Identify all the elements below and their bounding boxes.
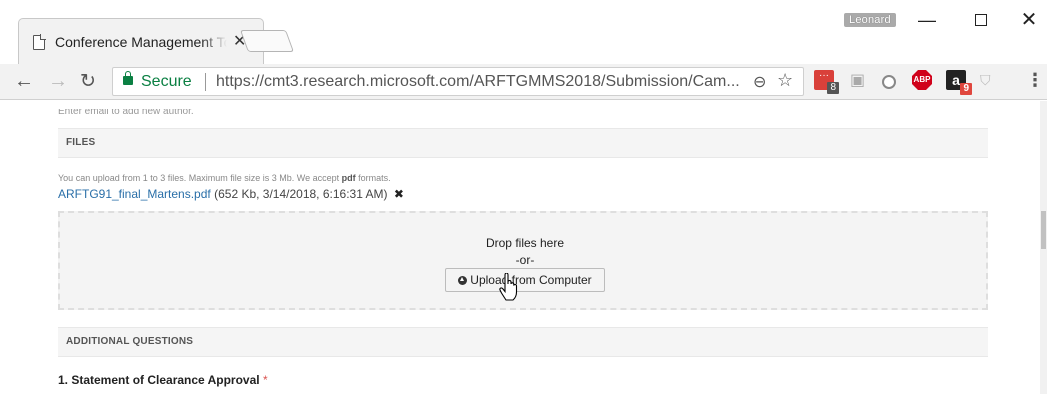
browser-menu-icon[interactable]: ⋮ <box>1026 70 1044 90</box>
maximize-icon <box>975 13 987 26</box>
upload-button-label: Upload from Computer <box>470 273 592 287</box>
back-arrow-icon[interactable]: ← <box>14 70 34 93</box>
window-titlebar: Conference Management Toolkit ✕ Leonard … <box>0 0 1047 64</box>
author-hint-cutoff: Enter email to add new author. <box>58 109 194 115</box>
additional-questions-heading: ADDITIONAL QUESTIONS <box>58 327 988 357</box>
pocket-extension-icon[interactable]: ⛉ <box>980 72 1000 92</box>
amazon-extension-icon[interactable]: a9 <box>946 70 972 95</box>
uploaded-file-row: ARFTG91_final_Martens.pdf (652 Kb, 3/14/… <box>58 187 404 201</box>
browser-tab[interactable]: Conference Management Toolkit ✕ <box>18 18 264 64</box>
page-icon <box>33 35 45 50</box>
files-hint-format: pdf <box>341 173 356 183</box>
files-hint-suffix: formats. <box>358 173 391 183</box>
address-divider <box>205 73 206 91</box>
address-bar[interactable]: Secure https://cmt3.research.microsoft.c… <box>112 67 804 96</box>
camera-extension-icon[interactable]: ▣ <box>850 70 870 90</box>
bookmark-star-icon[interactable]: ☆ <box>777 70 793 91</box>
file-dropzone[interactable]: Drop files here -or- Upload from Compute… <box>58 211 988 310</box>
amazon-badge: 9 <box>960 83 972 95</box>
lock-icon[interactable] <box>123 71 133 85</box>
question-1-label: 1. Statement of Clearance Approval <box>58 373 260 387</box>
forward-arrow-icon[interactable]: → <box>48 70 68 93</box>
drop-files-text: Drop files here <box>485 236 565 250</box>
question-clearance-approval: 1. Statement of Clearance Approval * <box>58 373 268 387</box>
uploaded-file-link[interactable]: ARFTG91_final_Martens.pdf <box>58 187 211 201</box>
secure-label[interactable]: Secure <box>141 73 192 91</box>
minimize-button[interactable]: — <box>912 6 942 34</box>
todoist-badge: 8 <box>827 82 839 94</box>
or-separator: -or- <box>515 253 535 267</box>
scrollbar-thumb[interactable] <box>1041 211 1046 249</box>
required-mark: * <box>262 373 268 387</box>
circle-extension-icon[interactable] <box>882 75 896 89</box>
url-text[interactable]: https://cmt3.research.microsoft.com/ARFT… <box>216 73 746 91</box>
maximize-button[interactable] <box>966 6 996 34</box>
adblock-extension-icon[interactable]: ABP <box>912 70 932 90</box>
files-hint-prefix: You can upload from 1 to 3 files. Maximu… <box>58 173 340 183</box>
zoom-icon[interactable]: ⊖ <box>753 72 766 92</box>
hand-cursor-icon <box>499 273 518 301</box>
reload-icon[interactable]: ↻ <box>80 70 96 93</box>
page-content: Enter email to add new author. FILES You… <box>0 101 1047 394</box>
files-section-heading: FILES <box>58 128 988 158</box>
amazon-label: a <box>952 72 960 88</box>
todoist-extension-icon[interactable]: ··· 8 <box>814 70 839 94</box>
close-window-button[interactable]: ✕ <box>1014 6 1044 34</box>
new-tab-button[interactable] <box>239 30 295 52</box>
files-hint: You can upload from 1 to 3 files. Maximu… <box>58 173 391 183</box>
remove-file-icon[interactable]: ✖ <box>394 187 404 201</box>
uploaded-file-meta: (652 Kb, 3/14/2018, 6:16:31 AM) <box>214 187 388 201</box>
upload-from-computer-button[interactable]: Upload from Computer <box>445 268 605 292</box>
profile-user-badge[interactable]: Leonard <box>844 13 896 27</box>
upload-icon <box>458 276 468 285</box>
tab-title: Conference Management Toolkit <box>55 34 227 50</box>
